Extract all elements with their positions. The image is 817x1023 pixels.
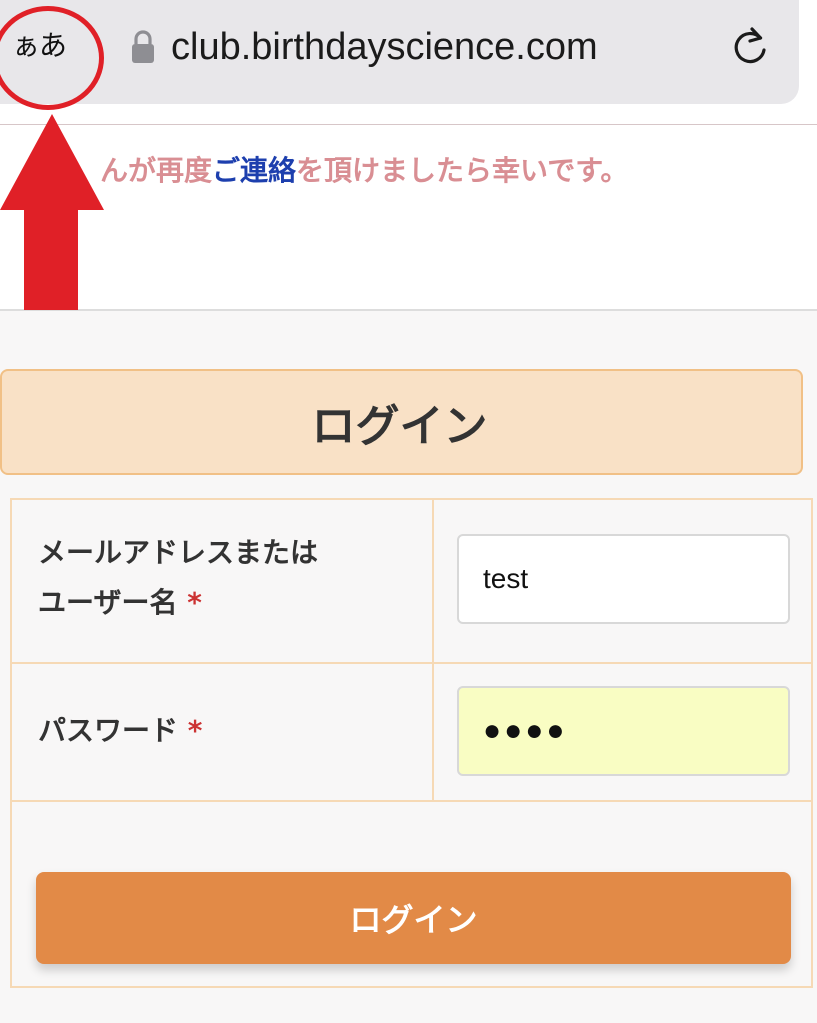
lock-icon xyxy=(132,30,154,63)
table-divider-row2 xyxy=(12,800,811,802)
table-divider-vertical xyxy=(432,500,434,802)
contact-link[interactable]: ご連絡 xyxy=(212,154,296,187)
notice-text: んが再度ご連絡を頂けましたら幸いです。 xyxy=(100,151,810,191)
notice-text-start: んが再度 xyxy=(100,154,213,187)
login-form: メールアドレスまたは ユーザー名 * test パスワード * ●●●● ログイ… xyxy=(10,498,813,988)
login-button-label: ログイン xyxy=(349,901,478,939)
table-divider-row1 xyxy=(12,662,811,664)
address-bar[interactable]: ぁあ club.birthdayscience.com xyxy=(0,0,799,104)
login-button[interactable]: ログイン xyxy=(36,872,791,964)
email-label-line1: メールアドレスまたは xyxy=(38,536,319,569)
password-label-text: パスワード xyxy=(38,714,179,747)
login-header: ログイン xyxy=(0,369,803,475)
url-text[interactable]: club.birthdayscience.com xyxy=(171,20,598,74)
annotation-arrow xyxy=(0,114,104,310)
reload-icon[interactable] xyxy=(730,24,770,68)
browser-toolbar: ぁあ club.birthdayscience.com xyxy=(0,0,817,125)
login-title: ログイン xyxy=(311,401,488,452)
notice-text-end: を頂けましたら幸いです。 xyxy=(296,154,629,187)
required-mark: * xyxy=(187,586,202,619)
email-label-text: ユーザー名 xyxy=(38,586,178,619)
password-input[interactable]: ●●●● xyxy=(457,686,790,776)
email-label: メールアドレスまたは ユーザー名 * xyxy=(38,528,318,628)
email-input[interactable]: test xyxy=(457,534,790,624)
password-label: パスワード * xyxy=(38,706,202,756)
email-label-line2: ユーザー名 * xyxy=(38,578,318,628)
notice-area: んが再度ご連絡を頂けましたら幸いです。 xyxy=(0,125,817,311)
required-mark: * xyxy=(187,714,203,747)
